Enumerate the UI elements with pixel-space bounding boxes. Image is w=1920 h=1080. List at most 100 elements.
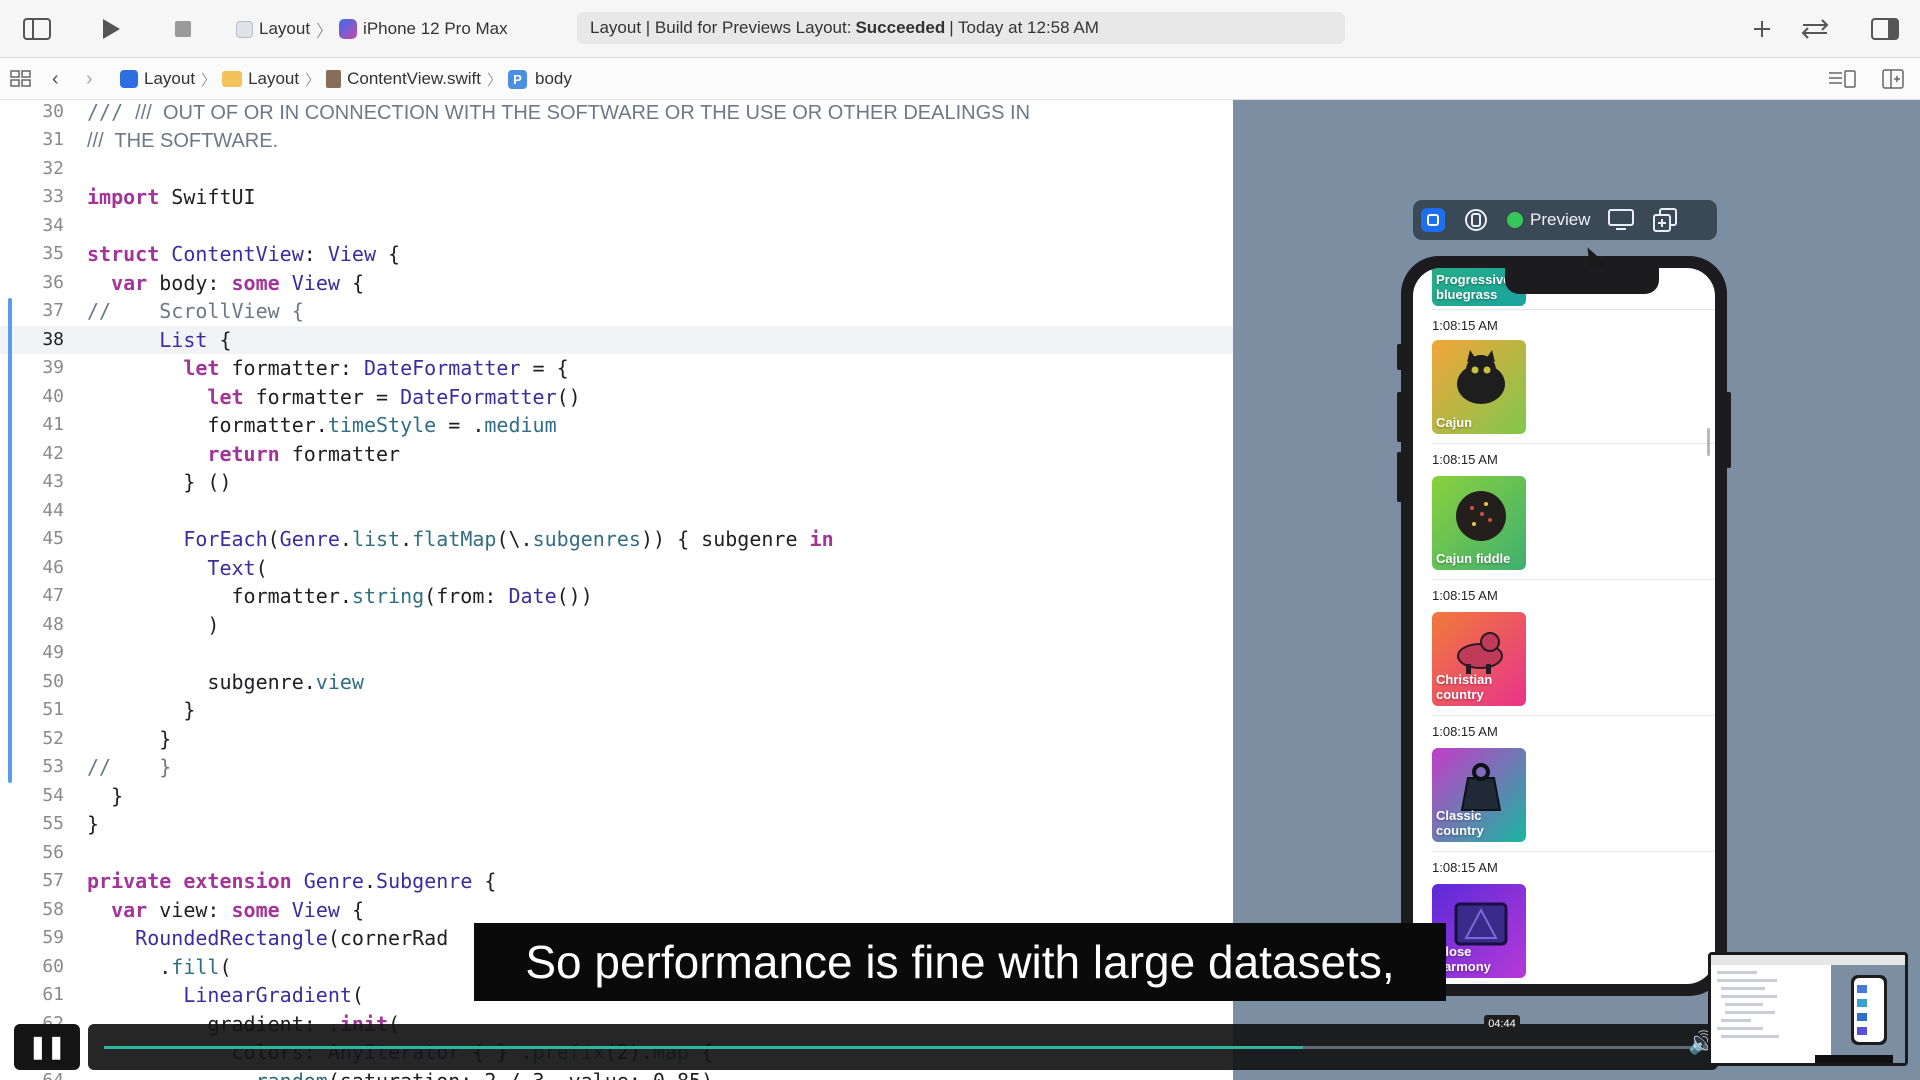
duplicate-preview-icon[interactable]	[1652, 207, 1678, 233]
genre-label: Progressive bluegrass	[1436, 272, 1511, 302]
preview-label: Preview	[1530, 210, 1591, 229]
row-separator	[1432, 443, 1715, 444]
line-number: 40	[42, 386, 64, 407]
code-text: /// OUT OF OR IN CONNECTION WITH THE SOF…	[135, 102, 1031, 124]
line-number: 31	[42, 129, 64, 150]
run-icon[interactable]	[96, 14, 126, 44]
code-line: 54 }	[0, 782, 1233, 810]
navigator-toggle-icon[interactable]	[22, 14, 52, 44]
line-number: 39	[42, 357, 64, 378]
progress-bar[interactable]	[88, 1024, 1718, 1070]
time-text: 1:08:15 AM	[1432, 860, 1498, 875]
code-line: 39 let formatter: DateFormatter = {	[0, 354, 1233, 382]
back-icon[interactable]: ‹	[52, 58, 59, 100]
forward-icon[interactable]: ›	[86, 58, 93, 100]
editor-options-icon[interactable]	[1828, 58, 1856, 100]
pause-button[interactable]: ❚❚	[14, 1024, 80, 1070]
code-line: 57 private extension Genre.Subgenre {	[0, 867, 1233, 895]
volume-up-button	[1397, 392, 1402, 442]
code-line: 52 }	[0, 725, 1233, 753]
line-number: 36	[42, 272, 64, 293]
code-line: 53// }	[0, 753, 1233, 781]
status-dot	[1507, 212, 1523, 228]
code-line: 30/// /// OUT OF OR IN CONNECTION WITH T…	[0, 100, 1233, 126]
code-line: 35 struct ContentView: View {	[0, 240, 1233, 268]
line-number: 59	[42, 927, 64, 948]
device-frame: Progressive bluegrass 1:08:15 AM Cajun 1:…	[1397, 256, 1731, 996]
breadcrumb-folder[interactable]: Layout	[248, 69, 299, 89]
mute-switch	[1397, 344, 1402, 370]
jump-bar: ‹ › Layout 〉 Layout 〉 ContentView.swift …	[0, 58, 1920, 100]
genre-label: Christian country	[1436, 672, 1493, 702]
genre-tile: Classic country	[1432, 748, 1526, 842]
code-line: 47 formatter.string(from: Date())	[0, 582, 1233, 610]
line-number: 58	[42, 899, 64, 920]
line-number: 32	[42, 158, 64, 179]
code-line: 40 let formatter = DateFormatter()	[0, 383, 1233, 411]
add-icon[interactable]	[1747, 14, 1777, 44]
row-separator	[1432, 309, 1715, 310]
line-number: 35	[42, 243, 64, 264]
scheme-selector[interactable]: Layout 〉 iPhone 12 Pro Max	[236, 14, 508, 44]
genre-tile: Cajun	[1432, 340, 1526, 434]
breadcrumb-file[interactable]: ContentView.swift	[347, 69, 481, 89]
device-settings-icon[interactable]	[1463, 207, 1489, 233]
swift-file-icon	[326, 70, 342, 88]
code-line: 55}	[0, 810, 1233, 838]
line-number: 45	[42, 528, 64, 549]
scheme-name: Layout	[259, 19, 311, 38]
stop-icon[interactable]	[168, 14, 198, 44]
chevron-right-icon: 〉	[201, 71, 217, 89]
related-items-icon[interactable]	[10, 58, 32, 100]
genre-tile: Cajun fiddle	[1432, 476, 1526, 570]
side-button	[1726, 392, 1731, 468]
time-text: 1:08:15 AM	[1432, 452, 1498, 467]
line-number: 30	[42, 101, 64, 122]
code-line: 36 var body: some View {	[0, 269, 1233, 297]
live-preview-icon[interactable]	[1421, 208, 1445, 232]
preview-controls: Preview	[1413, 200, 1717, 240]
device-screen[interactable]: Progressive bluegrass 1:08:15 AM Cajun 1:…	[1413, 268, 1715, 984]
code-line: 46 Text(	[0, 554, 1233, 582]
line-number: 52	[42, 728, 64, 749]
chevron-right-icon: 〉	[305, 71, 321, 89]
code-review-icon[interactable]	[1800, 14, 1830, 44]
line-number: 42	[42, 443, 64, 464]
video-thumbnail	[1708, 952, 1908, 1066]
line-number: 49	[42, 642, 64, 663]
line-number: 47	[42, 585, 64, 606]
chevron-right-icon: 〉	[487, 71, 503, 89]
code-line: 41 formatter.timeStyle = .medium	[0, 411, 1233, 439]
line-number: 57	[42, 870, 64, 891]
code-line: 45 ForEach(Genre.list.flatMap(\.subgenre…	[0, 525, 1233, 553]
code-line: 58 var view: some View {	[0, 896, 1233, 924]
line-number: 55	[42, 813, 64, 834]
genre-label: Cajun fiddle	[1436, 551, 1511, 566]
line-number: 54	[42, 785, 64, 806]
time-text: 1:08:15 AM	[1432, 724, 1498, 739]
device-name: iPhone 12 Pro Max	[363, 19, 508, 38]
time-text: 1:08:15 AM	[1432, 588, 1498, 603]
code-line: 32	[0, 155, 1233, 183]
inspector-toggle-icon[interactable]	[1870, 14, 1900, 44]
scroll-indicator[interactable]	[1707, 428, 1710, 456]
add-editor-icon[interactable]	[1882, 58, 1904, 100]
line-number: 38	[42, 329, 64, 350]
folder-icon	[222, 71, 243, 87]
breadcrumb-symbol[interactable]: body	[535, 69, 572, 89]
genre-tile: Close harmony	[1432, 884, 1526, 978]
status-suffix: | Today at 12:58 AM	[949, 18, 1099, 37]
line-number: 56	[42, 842, 64, 863]
breadcrumb-project[interactable]: Layout	[144, 69, 195, 89]
code-text: /// THE SOFTWARE.	[87, 130, 279, 152]
genre-tile: Christian country	[1432, 612, 1526, 706]
preview-status[interactable]: Preview	[1507, 210, 1590, 230]
activity-status: Layout | Build for Previews Layout: Succ…	[577, 12, 1345, 44]
code-line: 34	[0, 212, 1233, 240]
code-line: 56	[0, 839, 1233, 867]
genre-label: Classic country	[1436, 808, 1484, 838]
volume-down-button	[1397, 452, 1402, 502]
line-number: 51	[42, 699, 64, 720]
property-icon: P	[508, 69, 528, 89]
run-on-device-icon[interactable]	[1608, 207, 1635, 233]
